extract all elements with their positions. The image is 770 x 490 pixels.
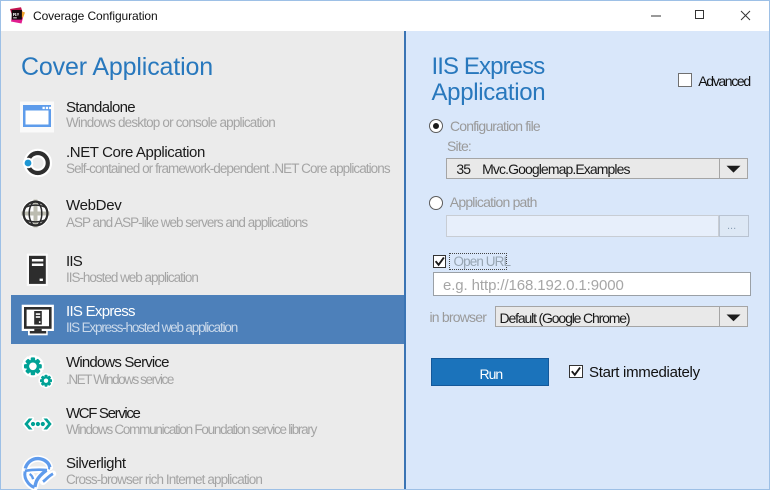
- svg-text:R#: R#: [13, 12, 19, 18]
